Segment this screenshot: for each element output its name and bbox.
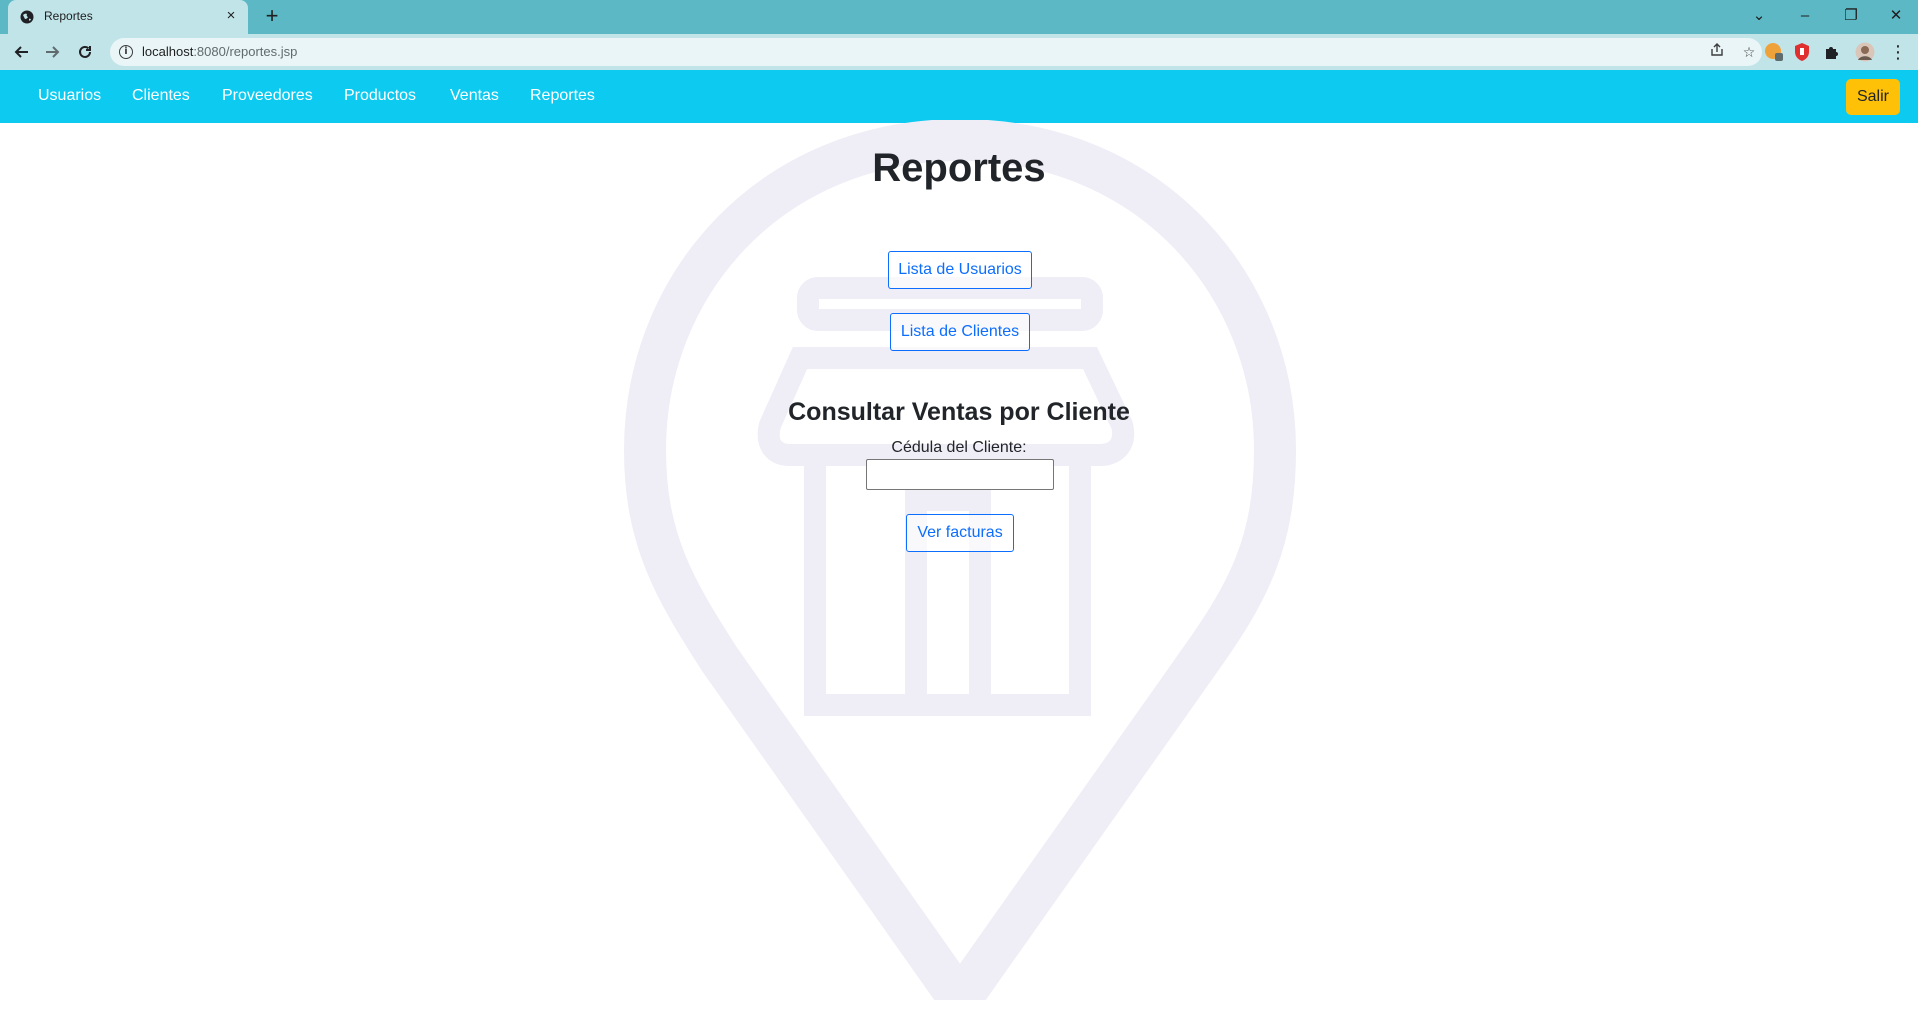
- url-host: localhost: [142, 44, 194, 59]
- nav-proveedores[interactable]: Proveedores: [222, 87, 313, 105]
- tab-close-icon[interactable]: ×: [222, 7, 240, 25]
- logout-button[interactable]: Salir: [1846, 79, 1900, 115]
- nav-productos[interactable]: Productos: [344, 87, 416, 105]
- extension-rss-icon[interactable]: [1764, 42, 1784, 62]
- cedula-label: Cédula del Cliente:: [891, 439, 1027, 456]
- nav-usuarios[interactable]: Usuarios: [38, 87, 101, 105]
- site-info-icon[interactable]: i: [119, 45, 133, 59]
- ver-facturas-button[interactable]: Ver facturas: [906, 514, 1014, 552]
- restore-button[interactable]: ❐: [1834, 2, 1868, 30]
- new-tab-button[interactable]: +: [260, 5, 284, 29]
- main-navbar: Usuarios Clientes Proveedores Productos …: [0, 70, 1918, 123]
- tab-search-icon[interactable]: ⌄: [1742, 2, 1776, 30]
- consulta-title: Consultar Ventas por Cliente: [788, 398, 1130, 426]
- lista-usuarios-button[interactable]: Lista de Usuarios: [888, 251, 1032, 289]
- cedula-input[interactable]: [866, 459, 1054, 490]
- browser-tab-strip: Reportes × + ⌄ – ❐ ✕: [0, 0, 1918, 34]
- back-arrow-icon[interactable]: [9, 40, 33, 64]
- nav-ventas[interactable]: Ventas: [450, 87, 499, 105]
- extensions-puzzle-icon[interactable]: [1823, 42, 1843, 62]
- nav-clientes[interactable]: Clientes: [132, 87, 190, 105]
- minimize-button[interactable]: –: [1788, 2, 1822, 30]
- nav-reportes[interactable]: Reportes: [530, 87, 595, 105]
- url-text: localhost:8080/reportes.jsp: [142, 44, 297, 59]
- lista-clientes-button[interactable]: Lista de Clientes: [890, 313, 1030, 351]
- address-bar[interactable]: i localhost:8080/reportes.jsp ☆: [110, 38, 1762, 66]
- browser-menu-icon[interactable]: ⋮: [1886, 40, 1910, 64]
- share-icon[interactable]: [1708, 43, 1726, 61]
- url-path: :8080/reportes.jsp: [193, 44, 298, 59]
- forward-arrow-icon[interactable]: [41, 40, 65, 64]
- browser-tab[interactable]: Reportes ×: [8, 0, 248, 34]
- close-window-button[interactable]: ✕: [1879, 2, 1913, 30]
- globe-icon: [20, 10, 34, 24]
- browser-toolbar: i localhost:8080/reportes.jsp ☆ ⋮: [0, 34, 1918, 70]
- reload-icon[interactable]: [73, 40, 97, 64]
- bookmark-star-icon[interactable]: ☆: [1740, 43, 1758, 61]
- profile-avatar[interactable]: [1855, 42, 1875, 62]
- tab-title: Reportes: [44, 9, 93, 23]
- extension-shield-icon[interactable]: [1792, 42, 1812, 62]
- page-title: Reportes: [872, 146, 1046, 190]
